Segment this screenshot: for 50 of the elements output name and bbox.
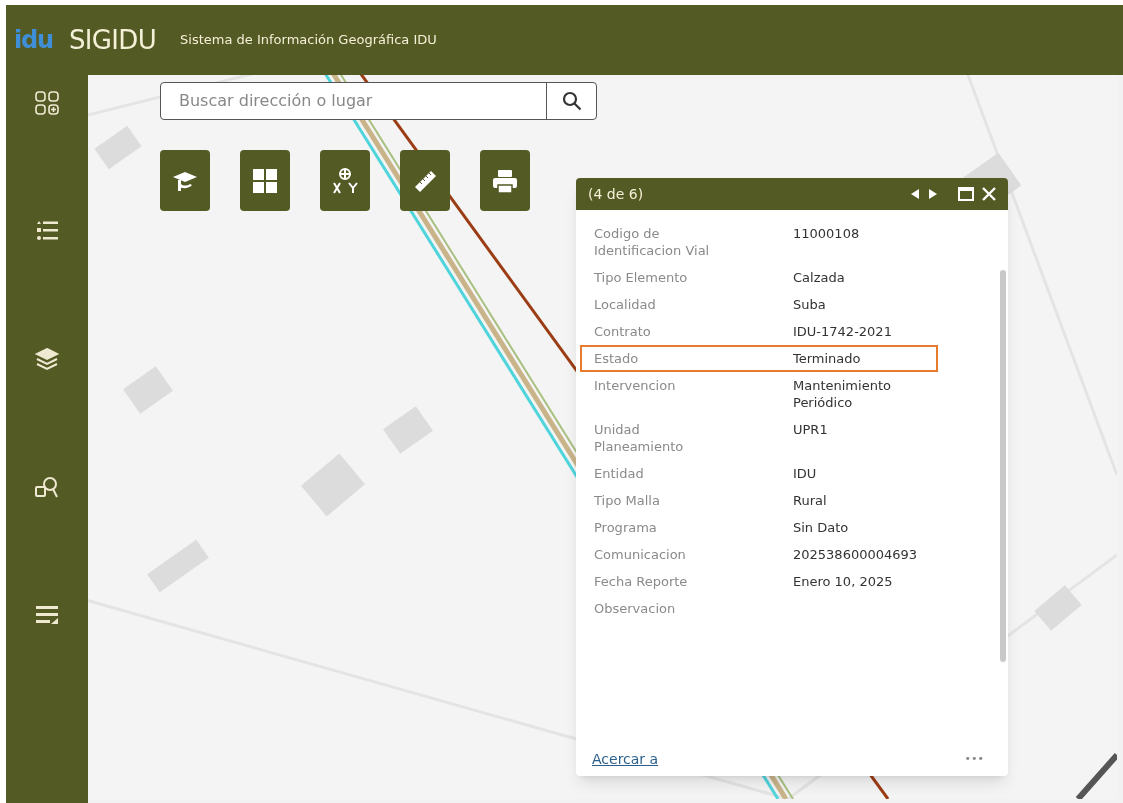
field-label: Localidad xyxy=(594,296,657,313)
printer-button[interactable] xyxy=(480,150,530,211)
app-title: SIGIDU xyxy=(68,23,157,57)
field-label: Tipo Elemento xyxy=(594,269,689,286)
grid-icon xyxy=(252,167,278,194)
xy-coordinates-button[interactable] xyxy=(320,150,370,211)
search-icon xyxy=(561,91,582,111)
scrollbar-thumb[interactable] xyxy=(1000,270,1006,662)
field-label: Unidad Planeamiento xyxy=(594,421,685,455)
road-line xyxy=(1075,753,1117,799)
field-value: UPR1 xyxy=(793,421,829,439)
graduation-cap-button[interactable] xyxy=(160,150,210,211)
field-value: Calzada xyxy=(793,269,846,286)
more-button[interactable]: ••• xyxy=(964,750,984,768)
search-input[interactable]: Buscar dirección o lugar xyxy=(161,83,546,119)
field-label: Fecha Reporte xyxy=(594,573,689,590)
layers-icon[interactable] xyxy=(33,345,61,373)
field-value: Sin Dato xyxy=(793,519,850,536)
field-label: Estado xyxy=(594,350,640,367)
grid-icon[interactable] xyxy=(33,89,61,117)
field-label: Intervencion xyxy=(594,377,677,395)
field-value: Mantenimiento Periódico xyxy=(793,377,892,411)
field-value: 11000108 xyxy=(793,225,861,243)
field-value: IDU-1742-2021 xyxy=(793,323,893,340)
field-value: Enero 10, 2025 xyxy=(793,573,894,590)
field-label: Codigo de Identificacion Vial xyxy=(594,225,711,259)
close-icon[interactable] xyxy=(982,187,996,201)
previous-icon[interactable] xyxy=(910,188,920,200)
popup-title: (4 de 6) xyxy=(588,184,645,204)
app-subtitle: Sistema de Información Geográfica IDU xyxy=(180,31,437,50)
ruler-button[interactable] xyxy=(400,150,450,211)
search-field[interactable]: Buscar dirección o lugar xyxy=(160,82,597,120)
field-value: Rural xyxy=(793,492,828,509)
field-label: Programa xyxy=(594,519,658,536)
maximize-icon[interactable] xyxy=(958,187,974,201)
field-label: Observacion xyxy=(594,600,677,617)
xy-coordinates-icon xyxy=(331,165,359,196)
field-label: Comunicacion xyxy=(594,546,687,563)
field-label: Entidad xyxy=(594,465,645,482)
field-value: IDU xyxy=(793,465,818,482)
basemap-button[interactable] xyxy=(240,150,290,211)
field-label: Contrato xyxy=(594,323,652,340)
printer-icon xyxy=(492,167,518,194)
field-value: Terminado xyxy=(793,350,862,367)
field-value: 202538600004693 xyxy=(793,546,919,563)
logo: idu xyxy=(14,25,53,56)
field-value: Suba xyxy=(793,296,827,313)
next-icon[interactable] xyxy=(928,188,938,200)
zoom-to-link[interactable]: Acercar a xyxy=(592,748,659,770)
field-label: Tipo Malla xyxy=(594,492,661,509)
